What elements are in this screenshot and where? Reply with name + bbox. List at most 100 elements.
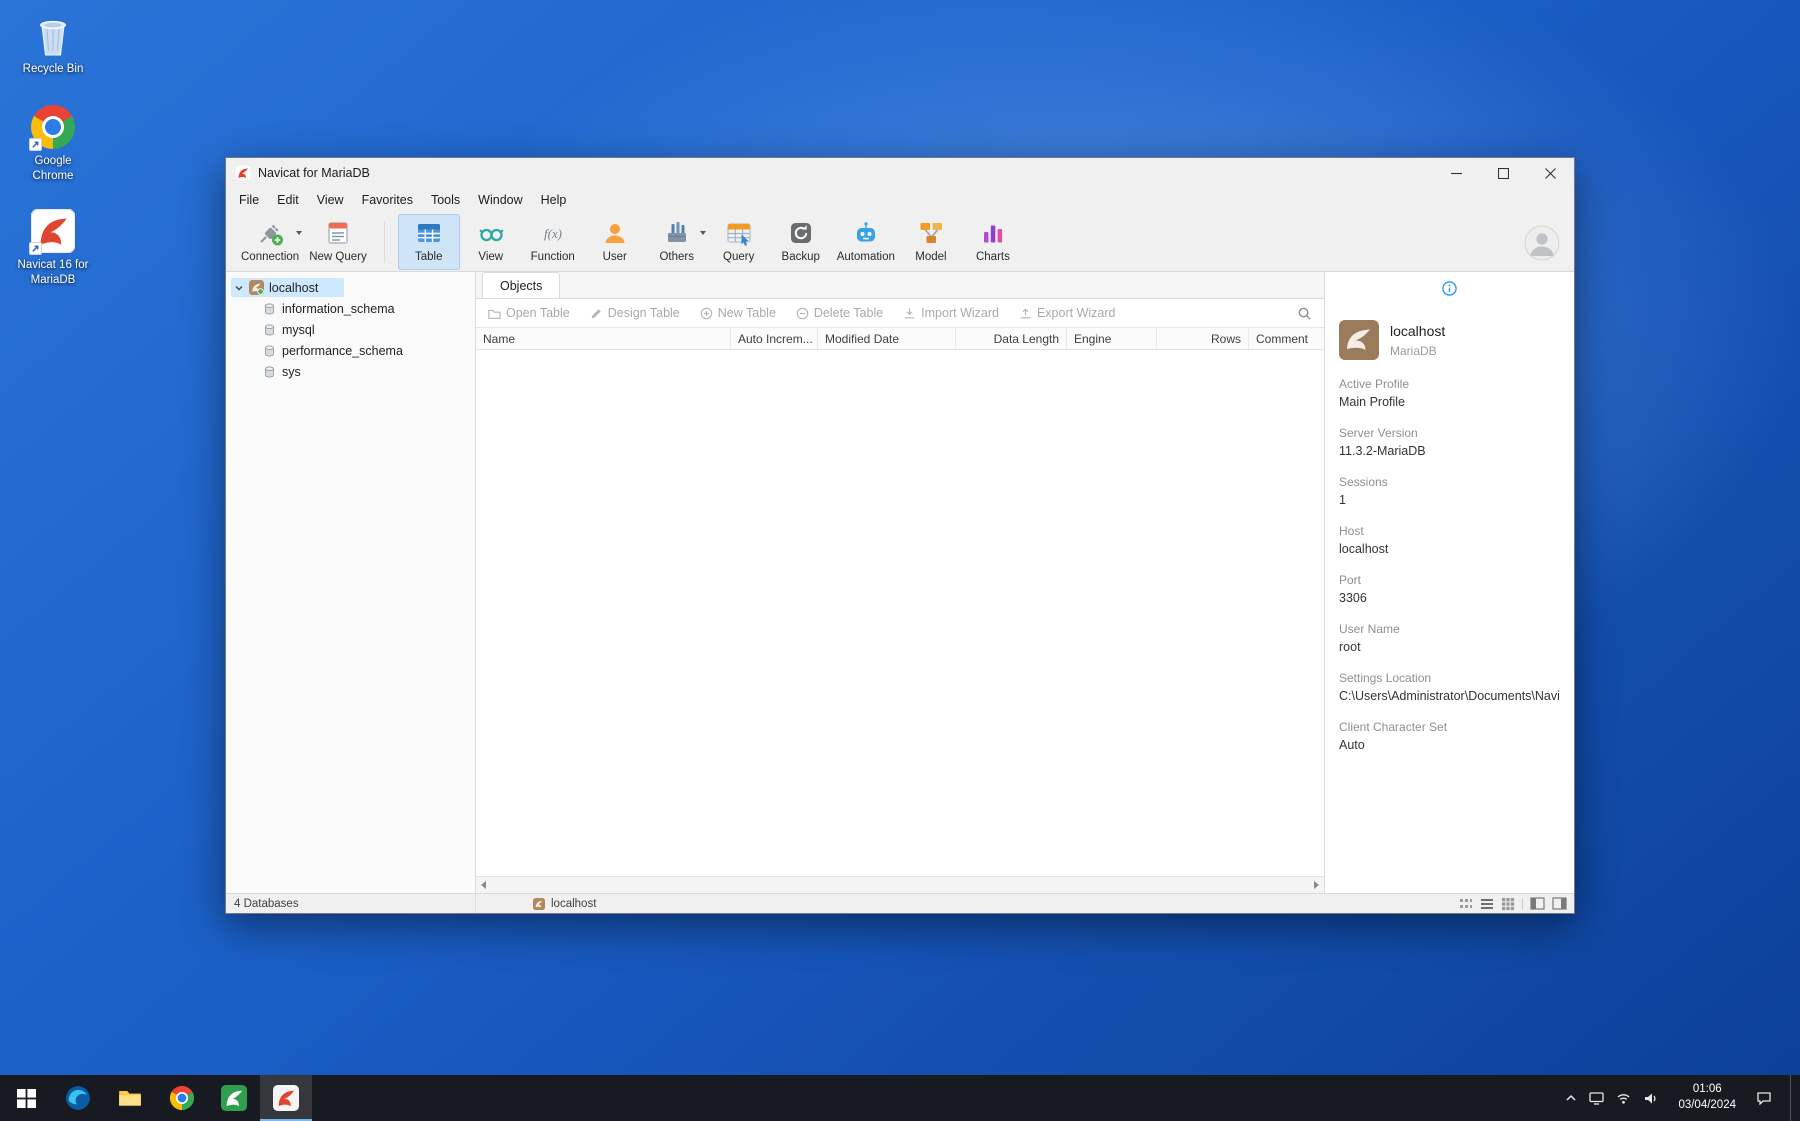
toolbar-button-function[interactable]: f(x) Function xyxy=(522,214,584,270)
tab-bar: Objects xyxy=(476,272,1324,299)
info-field-sessions: Sessions 1 xyxy=(1339,475,1388,507)
grid-view-icon[interactable] xyxy=(1501,897,1515,911)
connection-summary: localhost MariaDB xyxy=(1339,320,1560,360)
tab-objects[interactable]: Objects xyxy=(482,272,561,298)
connection-dropdown-caret-icon[interactable] xyxy=(296,231,303,235)
import-wizard-button[interactable]: Import Wizard xyxy=(903,306,999,320)
app-icon xyxy=(235,165,251,181)
tree-item-performance-schema[interactable]: performance_schema xyxy=(226,340,475,361)
new-table-button[interactable]: New Table xyxy=(700,306,776,320)
database-icon xyxy=(263,365,276,379)
tray-monitor-icon[interactable] xyxy=(1589,1091,1605,1105)
toolbar-button-new-query[interactable]: New Query xyxy=(304,214,372,270)
new-table-plus-icon xyxy=(700,307,713,319)
taskbar-edge-button[interactable] xyxy=(52,1075,104,1121)
scroll-right-arrow-icon[interactable] xyxy=(1314,881,1319,889)
column-header-rows[interactable]: Rows xyxy=(1157,328,1249,349)
delete-table-button[interactable]: Delete Table xyxy=(796,306,883,320)
window-title: Navicat for MariaDB xyxy=(258,166,370,180)
toolbar-button-others[interactable]: Others xyxy=(646,214,708,270)
taskbar-clock[interactable]: 01:06 03/04/2024 xyxy=(1670,1082,1744,1113)
tray-volume-icon[interactable] xyxy=(1643,1092,1658,1105)
start-button[interactable] xyxy=(0,1075,52,1121)
tree-item-information-schema[interactable]: information_schema xyxy=(226,298,475,319)
toggle-right-pane-icon[interactable] xyxy=(1552,897,1567,910)
model-icon xyxy=(917,218,945,248)
tray-network-icon[interactable] xyxy=(1616,1092,1631,1105)
chrome-icon xyxy=(169,1085,195,1111)
user-avatar[interactable] xyxy=(1524,225,1560,261)
toolbar-button-view[interactable]: View xyxy=(460,214,522,270)
taskbar-file-explorer-button[interactable] xyxy=(104,1075,156,1121)
minimize-button[interactable] xyxy=(1433,158,1480,188)
open-table-button[interactable]: Open Table xyxy=(488,306,570,320)
menu-view[interactable]: View xyxy=(308,190,353,210)
desktop-icon-recycle-bin[interactable]: Recycle Bin xyxy=(10,12,96,77)
toolbar-button-table[interactable]: Table xyxy=(397,214,460,270)
menu-favorites[interactable]: Favorites xyxy=(353,190,422,210)
column-header-name[interactable]: Name xyxy=(476,328,731,349)
toolbar-separator xyxy=(372,214,398,270)
list-view-icon[interactable] xyxy=(1480,897,1494,911)
toolbar-button-automation[interactable]: Automation xyxy=(832,214,900,270)
window-content: localhost information_schema mysql perfo… xyxy=(226,272,1574,893)
info-icon[interactable] xyxy=(1442,281,1457,296)
info-field-server-version: Server Version 11.3.2-MariaDB xyxy=(1339,426,1426,458)
design-table-button[interactable]: Design Table xyxy=(590,306,680,320)
others-dropdown-caret-icon[interactable] xyxy=(699,231,706,235)
column-header-engine[interactable]: Engine xyxy=(1067,328,1157,349)
maximize-button[interactable] xyxy=(1480,158,1527,188)
shortcut-arrow-icon xyxy=(29,138,42,151)
desktop-icon-label: Recycle Bin xyxy=(22,63,84,75)
toolbar-button-query[interactable]: Query xyxy=(708,214,770,270)
info-field-settings-location: Settings Location C:\Users\Administrator… xyxy=(1339,671,1560,703)
menu-edit[interactable]: Edit xyxy=(268,190,308,210)
tree-item-sys[interactable]: sys xyxy=(226,361,475,382)
detail-view-icon[interactable] xyxy=(1459,897,1473,911)
chevron-down-icon[interactable] xyxy=(234,283,244,293)
tree-item-mysql[interactable]: mysql xyxy=(226,319,475,340)
horizontal-scrollbar[interactable] xyxy=(476,876,1324,893)
close-button[interactable] xyxy=(1527,158,1574,188)
toggle-left-pane-icon[interactable] xyxy=(1530,897,1545,910)
charts-icon xyxy=(979,218,1007,248)
menu-help[interactable]: Help xyxy=(532,190,576,210)
table-body-empty[interactable] xyxy=(476,350,1324,876)
menu-tools[interactable]: Tools xyxy=(422,190,469,210)
taskbar: 01:06 03/04/2024 xyxy=(0,1075,1800,1121)
desktop-icon-google-chrome[interactable]: Google Chrome xyxy=(10,104,96,184)
tray-chevron-up-icon[interactable] xyxy=(1565,1093,1577,1103)
menu-file[interactable]: File xyxy=(230,190,268,210)
titlebar[interactable]: Navicat for MariaDB xyxy=(226,158,1574,188)
column-header-data-length[interactable]: Data Length xyxy=(956,328,1067,349)
databases-count: 4 Databases xyxy=(234,897,299,910)
taskbar-navicat-button[interactable] xyxy=(260,1075,312,1121)
toolbar-button-connection[interactable]: Connection xyxy=(236,214,304,270)
search-icon[interactable] xyxy=(1297,306,1312,321)
export-wizard-button[interactable]: Export Wizard xyxy=(1019,306,1115,320)
toolbar-button-backup[interactable]: Backup xyxy=(770,214,832,270)
tree-item-label: information_schema xyxy=(282,301,395,316)
database-icon xyxy=(263,323,276,337)
desktop-icon-navicat16[interactable]: Navicat 16 for MariaDB xyxy=(10,208,96,288)
statusbar-divider xyxy=(1522,897,1523,910)
toolbar-button-charts[interactable]: Charts xyxy=(962,214,1024,270)
show-desktop-button[interactable] xyxy=(1790,1075,1796,1121)
info-field-active-profile: Active Profile Main Profile xyxy=(1339,377,1410,409)
taskbar-green-app-button[interactable] xyxy=(208,1075,260,1121)
scroll-left-arrow-icon[interactable] xyxy=(481,881,486,889)
connection-tree: localhost information_schema mysql perfo… xyxy=(226,272,476,893)
action-center-icon[interactable] xyxy=(1756,1091,1778,1105)
column-header-auto-increment[interactable]: Auto Increm... xyxy=(731,328,818,349)
column-header-modified-date[interactable]: Modified Date xyxy=(818,328,956,349)
toolbar-button-user[interactable]: User xyxy=(584,214,646,270)
automation-robot-icon xyxy=(852,218,880,248)
desktop-surface[interactable]: Recycle Bin Google Chrome Navicat 16 for… xyxy=(0,0,1800,1121)
taskbar-chrome-button[interactable] xyxy=(156,1075,208,1121)
database-icon xyxy=(263,302,276,316)
tree-item-localhost[interactable]: localhost xyxy=(226,277,475,298)
column-header-comment[interactable]: Comment xyxy=(1249,328,1324,349)
toolbar-button-model[interactable]: Model xyxy=(900,214,962,270)
backup-icon xyxy=(787,218,815,248)
menu-window[interactable]: Window xyxy=(469,190,531,210)
